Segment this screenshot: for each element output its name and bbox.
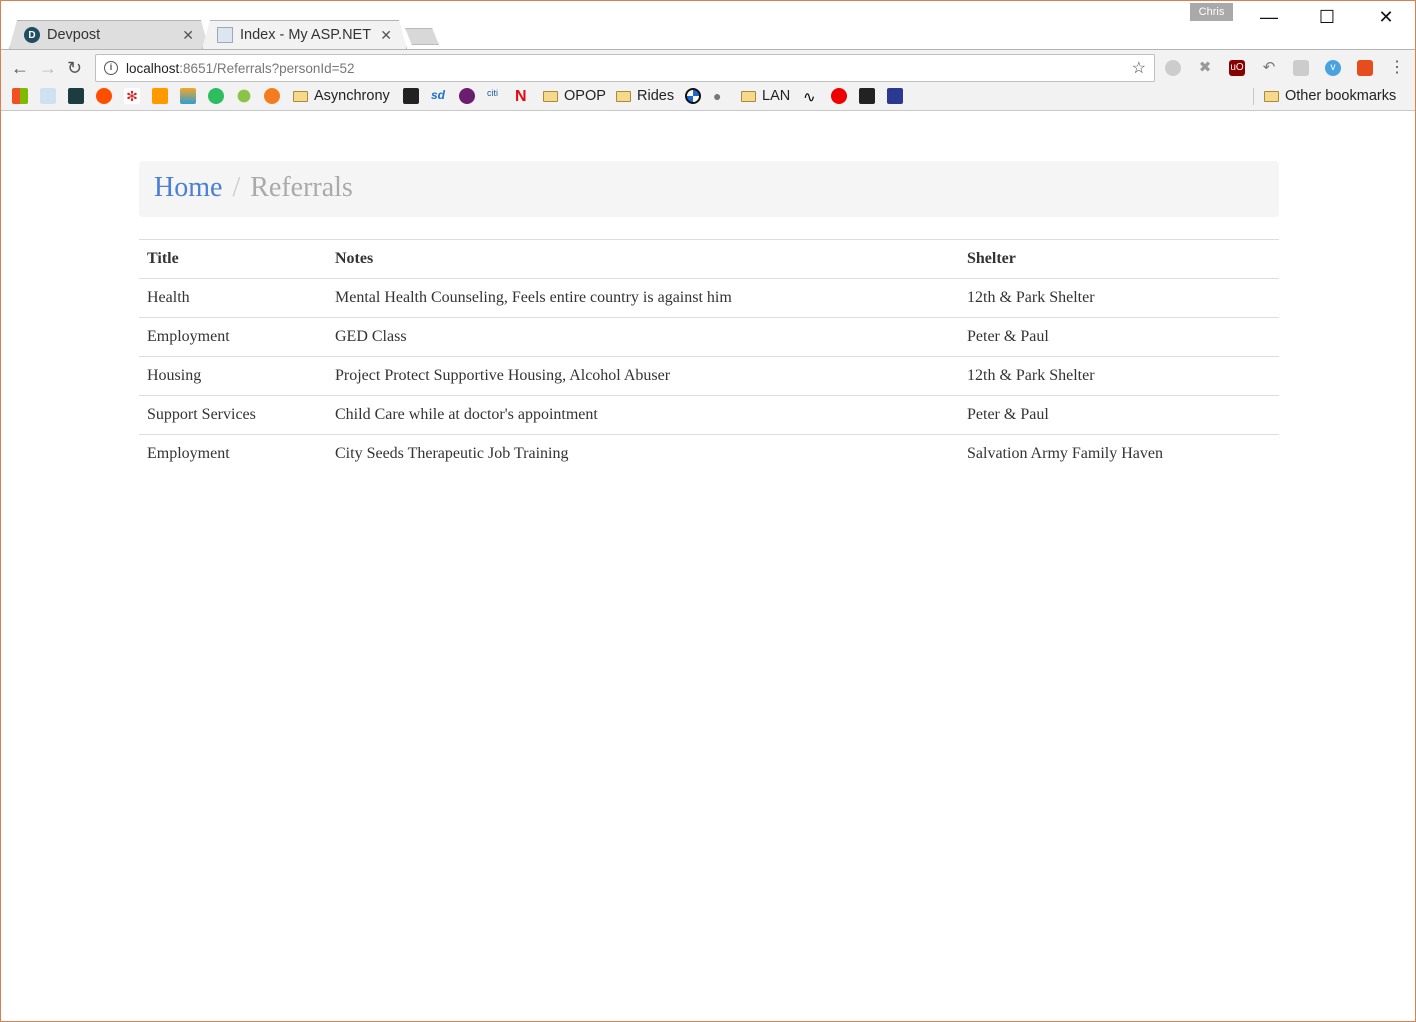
tab-label: Devpost <box>47 27 101 43</box>
address-bar[interactable]: i localhost:8651/Referrals?personId=52 ☆ <box>95 54 1155 82</box>
info-icon[interactable]: i <box>104 61 118 75</box>
bookmark-label: LAN <box>762 88 791 104</box>
bookmark-icon[interactable] <box>68 88 84 104</box>
wu-bookmark-icon[interactable] <box>859 88 875 104</box>
image-extension-icon[interactable] <box>1293 60 1309 76</box>
close-tab-icon[interactable]: ✕ <box>182 27 194 44</box>
column-header-shelter: Shelter <box>959 239 1279 279</box>
url-host: localhost <box>126 60 180 76</box>
new-tab-button[interactable] <box>405 28 439 45</box>
column-header-title: Title <box>139 239 327 279</box>
url-path: :8651/Referrals?personId=52 <box>179 60 355 76</box>
vimeo-extension-icon[interactable]: v <box>1325 60 1341 76</box>
minimize-button[interactable]: — <box>1249 7 1289 33</box>
breadcrumb-home-link[interactable]: Home <box>154 172 222 203</box>
folder-icon <box>1264 90 1279 102</box>
cell-shelter: Peter & Paul <box>959 317 1279 357</box>
cell-notes: Project Protect Supportive Housing, Alco… <box>327 356 959 396</box>
netflix-bookmark-icon[interactable]: N <box>515 88 531 105</box>
cell-notes: City Seeds Therapeutic Job Training <box>327 434 959 474</box>
apple-bookmark-icon[interactable]: ● <box>713 88 729 104</box>
table-header-row: Title Notes Shelter <box>139 239 1279 279</box>
sprout-bookmark-icon[interactable] <box>237 89 251 103</box>
bookmark-folder-lan[interactable]: LAN <box>741 87 790 105</box>
or-bookmark-icon[interactable] <box>264 88 280 104</box>
close-tab-icon[interactable]: ✕ <box>380 27 392 44</box>
cell-title: Health <box>139 278 327 318</box>
office-extension-icon[interactable] <box>1357 60 1373 76</box>
bookmark-label: Asynchrony <box>314 88 390 104</box>
ars-bookmark-icon[interactable] <box>96 88 112 104</box>
cell-shelter: Salvation Army Family Haven <box>959 434 1279 474</box>
table-row: Support Services Child Care while at doct… <box>139 395 1279 435</box>
bookmark-label: OPOP <box>564 88 606 104</box>
table-row: Housing Project Protect Supportive Housin… <box>139 356 1279 396</box>
devpost-icon: D <box>24 27 40 43</box>
folder-icon <box>543 90 558 102</box>
maximize-button[interactable]: ☐ <box>1307 7 1347 33</box>
tools-extension-icon[interactable]: ✖ <box>1197 60 1213 76</box>
breadcrumb-separator: / <box>232 172 241 203</box>
reload-button[interactable]: ↻ <box>67 58 82 79</box>
referrals-table: Title Notes Shelter Health Mental Health … <box>139 239 1279 474</box>
bookmark-icon[interactable] <box>403 88 419 104</box>
cell-notes: GED Class <box>327 317 959 357</box>
tab-devpost[interactable]: D Devpost ✕ <box>9 20 209 49</box>
wave-bookmark-icon[interactable]: ∿ <box>803 88 819 106</box>
reddit-bookmark-icon[interactable] <box>40 88 56 104</box>
microsoft-bookmark-icon[interactable] <box>12 88 28 104</box>
reply-extension-icon[interactable]: ↶ <box>1261 60 1277 76</box>
bookmarks-separator <box>1253 88 1254 105</box>
page-icon <box>217 27 233 43</box>
forward-button[interactable]: → <box>39 58 57 79</box>
other-bookmarks[interactable]: Other bookmarks <box>1264 87 1396 105</box>
yelp-bookmark-icon[interactable]: ✻ <box>124 88 140 104</box>
bmw-bookmark-icon[interactable] <box>685 88 701 104</box>
citi-bookmark-icon[interactable]: citi <box>487 88 503 104</box>
cell-title: Employment <box>139 434 327 474</box>
folder-icon <box>741 90 756 102</box>
column-header-notes: Notes <box>327 239 959 279</box>
cell-shelter: 12th & Park Shelter <box>959 356 1279 396</box>
cell-title: Support Services <box>139 395 327 435</box>
menu-icon[interactable]: ⋮ <box>1389 60 1405 76</box>
browser-toolbar: ← → ↻ i localhost:8651/Referrals?personI… <box>1 49 1415 111</box>
bookmark-folder-rides[interactable]: Rides <box>616 87 674 105</box>
breadcrumb: Home / Referrals <box>139 161 1279 217</box>
cell-shelter: 12th & Park Shelter <box>959 278 1279 318</box>
back-button[interactable]: ← <box>11 58 29 79</box>
cell-title: Employment <box>139 317 327 357</box>
feedly-bookmark-icon[interactable] <box>208 88 224 104</box>
amazon-bookmark-icon[interactable] <box>152 88 168 104</box>
folder-icon <box>616 90 631 102</box>
tab-label: Index - My ASP.NET <box>240 27 372 43</box>
breadcrumb-current: Referrals <box>250 172 353 203</box>
bookmark-star-icon[interactable]: ☆ <box>1132 58 1146 78</box>
folder-icon <box>293 90 308 102</box>
contrast-extension-icon[interactable] <box>1165 60 1181 76</box>
cell-title: Housing <box>139 356 327 396</box>
bookmark-label: Other bookmarks <box>1285 88 1397 104</box>
bookmark-folder-asynchrony[interactable]: Asynchrony <box>293 87 390 105</box>
profile-button[interactable]: Chris <box>1190 3 1233 21</box>
bookmark-folder-opop[interactable]: OPOP <box>543 87 606 105</box>
chart-bookmark-icon[interactable] <box>180 88 196 104</box>
table-row: Health Mental Health Counseling, Feels en… <box>139 278 1279 318</box>
bookmark-icon[interactable]: sd <box>431 88 447 104</box>
bookmark-icon[interactable] <box>831 88 847 104</box>
tab-index[interactable]: Index - My ASP.NET ✕ <box>202 20 407 49</box>
bookmark-label: Rides <box>637 88 675 104</box>
title-bar: D Devpost ✕ Index - My ASP.NET ✕ Chris —… <box>1 1 1415 49</box>
table-row: Employment GED Class Peter & Paul <box>139 317 1279 357</box>
bookmark-icon[interactable] <box>887 88 903 104</box>
table-row: Employment City Seeds Therapeutic Job Tra… <box>139 434 1279 474</box>
cell-notes: Child Care while at doctor's appointment <box>327 395 959 435</box>
cell-notes: Mental Health Counseling, Feels entire c… <box>327 278 959 318</box>
bookmark-icon[interactable] <box>459 88 475 104</box>
cell-shelter: Peter & Paul <box>959 395 1279 435</box>
ublock-icon[interactable]: uO <box>1229 60 1245 76</box>
close-window-button[interactable]: ✕ <box>1366 7 1406 33</box>
